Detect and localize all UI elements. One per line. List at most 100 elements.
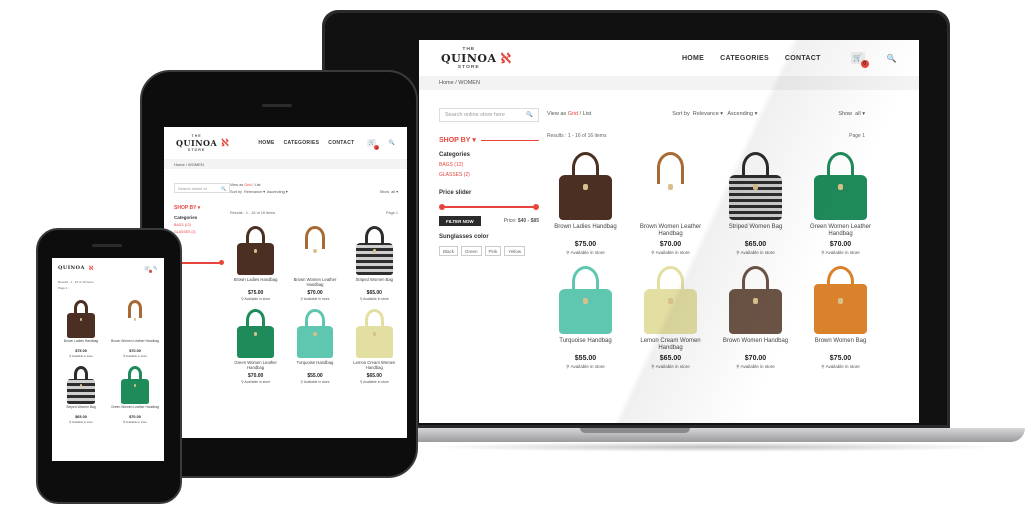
category-link-bags[interactable]: BAGS (12) — [439, 162, 539, 168]
color-chip-black[interactable]: Black — [439, 246, 459, 256]
product-image[interactable] — [293, 223, 337, 275]
product-image[interactable] — [810, 148, 872, 220]
product-name[interactable]: Brown Ladies Handbag — [234, 277, 278, 288]
product-name[interactable]: Turquoise Handbag — [297, 360, 334, 371]
product-image[interactable] — [64, 364, 98, 404]
search-icon[interactable]: 🔍 — [221, 186, 226, 191]
product-name[interactable]: Brown Women Handbag — [723, 338, 788, 352]
product-card[interactable]: Brown Women Leather Handbag $70.00 ⚲ Avail… — [285, 223, 344, 301]
product-name[interactable]: Brown Ladies Handbag — [64, 339, 98, 347]
product-image[interactable] — [555, 262, 617, 334]
site-logo[interactable]: THE QUINOA STORE ℵ — [441, 47, 511, 70]
product-name[interactable]: Green Women Leather Handbag — [798, 224, 883, 238]
product-image[interactable] — [234, 223, 278, 275]
product-card[interactable]: Brown Women Leather Handbag $70.00 ⚲ Avail… — [108, 298, 162, 358]
product-card[interactable]: Brown Women Handbag $70.00 ⚲ Available in … — [713, 262, 798, 370]
view-list-link[interactable]: List — [255, 183, 261, 187]
category-link-glasses[interactable]: GLASSES (2) — [439, 172, 539, 178]
product-image[interactable] — [293, 306, 337, 358]
product-card[interactable]: Green Women Leather Handbag $70.00 ⚲ Avail… — [226, 306, 285, 384]
product-card[interactable]: Lemon Cream Women Handbag $65.00 ⚲ Availab… — [628, 262, 713, 370]
product-name[interactable]: Brown Women Leather Handbag — [285, 277, 344, 288]
order-select[interactable]: Ascending ▾ — [267, 190, 288, 194]
product-image[interactable] — [352, 306, 396, 358]
product-name[interactable]: Striped Women Bag — [66, 405, 95, 413]
product-image[interactable] — [640, 262, 702, 334]
category-link-glasses[interactable]: GLASSES (2) — [174, 230, 230, 234]
filter-now-button[interactable]: FILTER NOW — [439, 216, 481, 226]
page-number[interactable]: 1 — [396, 211, 398, 215]
nav-contact[interactable]: CONTACT — [785, 55, 821, 62]
product-image[interactable] — [352, 223, 396, 275]
product-name[interactable]: Brown Ladies Handbag — [554, 224, 616, 238]
search-input[interactable]: Search online store here 🔍 — [439, 108, 539, 122]
product-name[interactable]: Green Women Leather Handbag — [111, 405, 159, 413]
color-chip-green[interactable]: Green — [461, 246, 482, 256]
page-number[interactable]: 1 — [66, 286, 68, 290]
product-image[interactable] — [555, 148, 617, 220]
sort-select[interactable]: Relevance ▾ — [693, 111, 723, 117]
search-icon[interactable]: 🔍 — [526, 112, 533, 118]
product-card[interactable]: Turquoise Handbag $55.00 ⚲ Available in st… — [285, 306, 344, 384]
product-card[interactable]: Brown Ladies Handbag $75.00 ⚲ Available in… — [54, 298, 108, 358]
product-image[interactable] — [725, 148, 787, 220]
cart-button[interactable]: 🛒 0 — [367, 139, 380, 150]
product-name[interactable]: Lemon Cream Women Handbag — [628, 338, 713, 352]
nav-contact[interactable]: CONTACT — [328, 140, 354, 146]
order-select[interactable]: Ascending ▾ — [727, 111, 757, 117]
cart-button[interactable]: 🛒 0 — [144, 265, 153, 273]
product-card[interactable]: Lemon Cream Women Handbag $65.00 ⚲ Availab… — [345, 306, 404, 384]
nav-categories[interactable]: CATEGORIES — [284, 140, 320, 146]
show-select[interactable]: all ▾ — [391, 190, 398, 194]
product-card[interactable]: Turquoise Handbag $55.00 ⚲ Available in st… — [543, 262, 628, 370]
product-image[interactable] — [118, 364, 152, 404]
site-logo[interactable]: QUINOA ℵ — [58, 265, 93, 272]
product-name[interactable]: Brown Women Leather Handbag — [628, 224, 713, 238]
view-list-link[interactable]: List — [583, 111, 592, 117]
product-name[interactable]: Striped Women Bag — [729, 224, 783, 238]
search-icon[interactable]: 🔍 — [388, 140, 395, 146]
color-chip-yellow[interactable]: Yellow — [504, 246, 526, 256]
product-card[interactable]: Striped Women Bag $65.00 ⚲ Available in st… — [54, 364, 108, 424]
price-slider-min-handle[interactable] — [439, 204, 445, 210]
product-image[interactable] — [810, 262, 872, 334]
category-link-bags[interactable]: BAGS (12) — [174, 223, 230, 227]
site-logo[interactable]: THE QUINOA STORE ℵ — [176, 134, 229, 152]
price-slider[interactable] — [439, 204, 539, 210]
price-slider-max-handle[interactable] — [533, 204, 539, 210]
product-name[interactable]: Turquoise Handbag — [559, 338, 611, 352]
product-image[interactable] — [64, 298, 98, 338]
product-image[interactable] — [234, 306, 278, 358]
product-card[interactable]: Brown Ladies Handbag $75.00 ⚲ Available in… — [543, 148, 628, 256]
page-number[interactable]: 1 — [862, 133, 865, 139]
search-icon[interactable]: 🔍 — [153, 266, 158, 270]
product-card[interactable]: Green Women Leather Handbag $70.00 ⚲ Avail… — [108, 364, 162, 424]
sort-select[interactable]: Relevance ▾ — [244, 190, 265, 194]
product-name[interactable]: Green Women Leather Handbag — [226, 360, 285, 371]
product-image[interactable] — [725, 262, 787, 334]
show-select[interactable]: all ▾ — [855, 111, 865, 117]
view-grid-link[interactable]: Grid — [244, 183, 251, 187]
color-chip-pink[interactable]: Pink — [484, 246, 502, 256]
product-card[interactable]: Brown Women Bag $75.00 ⚲ Available in stor… — [798, 262, 883, 370]
product-card[interactable]: Striped Women Bag $65.00 ⚲ Available in st… — [713, 148, 798, 256]
nav-home[interactable]: HOME — [682, 55, 704, 62]
product-card[interactable]: Striped Women Bag $65.00 ⚲ Available in st… — [345, 223, 404, 301]
search-input[interactable]: Search online st 🔍 — [174, 183, 230, 193]
product-name[interactable]: Brown Women Leather Handbag — [111, 339, 159, 347]
product-card[interactable]: Brown Women Leather Handbag $70.00 ⚲ Avail… — [628, 148, 713, 256]
price-slider-max-handle[interactable] — [219, 260, 224, 265]
product-card[interactable]: Brown Ladies Handbag $75.00 ⚲ Available in… — [226, 223, 285, 301]
product-image[interactable] — [118, 298, 152, 338]
cart-button[interactable]: 🛒 0 — [850, 52, 869, 68]
nav-categories[interactable]: CATEGORIES — [720, 55, 769, 62]
product-name[interactable]: Lemon Cream Women Handbag — [345, 360, 404, 371]
product-price: $65.00 — [366, 373, 382, 379]
view-grid-link[interactable]: Grid — [568, 111, 578, 117]
product-card[interactable]: Green Women Leather Handbag $70.00 ⚲ Avail… — [798, 148, 883, 256]
product-name[interactable]: Brown Women Bag — [815, 338, 867, 352]
product-name[interactable]: Striped Women Bag — [356, 277, 393, 288]
product-image[interactable] — [640, 148, 702, 220]
nav-home[interactable]: HOME — [258, 140, 274, 146]
search-icon[interactable]: 🔍 — [887, 54, 897, 63]
